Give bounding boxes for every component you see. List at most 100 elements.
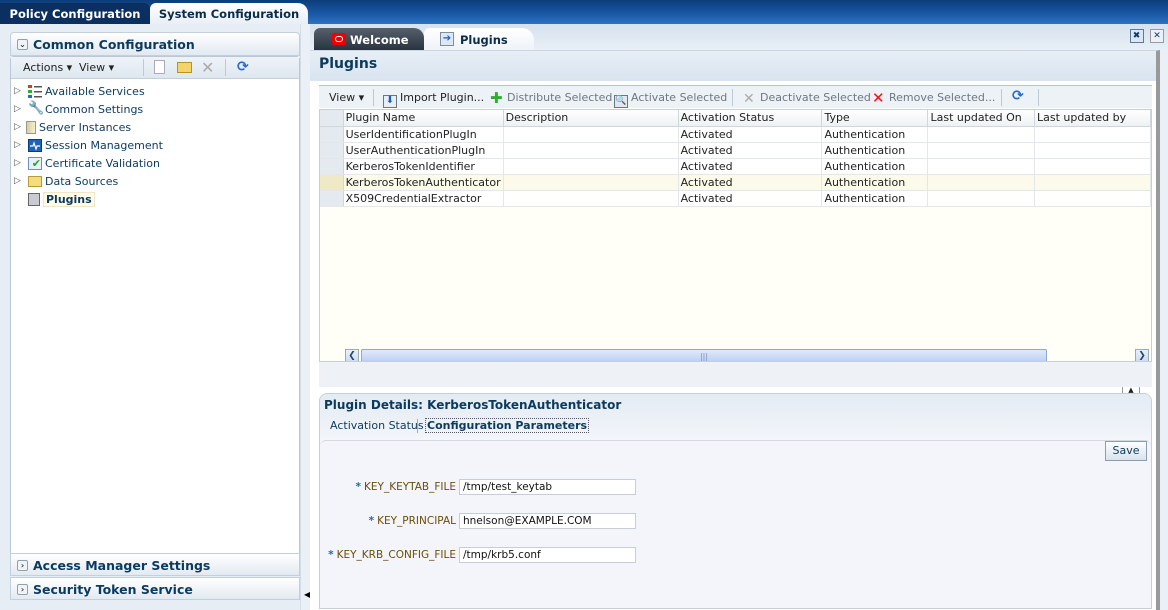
- toolbar-separator: [225, 59, 226, 76]
- key-keytab-file-input[interactable]: [459, 479, 636, 495]
- cell-plugin-name: KerberosTokenAuthenticator: [343, 174, 504, 191]
- column-header-type[interactable]: Type: [821, 110, 929, 127]
- tab-system-configuration[interactable]: System Configuration: [150, 3, 308, 24]
- expand-icon[interactable]: ▷: [14, 86, 21, 96]
- column-header-plugin-name[interactable]: Plugin Name: [343, 110, 504, 127]
- distribute-label: Distribute Selected: [507, 91, 613, 104]
- field-label: * KEY_KEYTAB_FILE: [356, 481, 456, 493]
- activate-label: Activate Selected: [631, 91, 728, 104]
- expand-icon[interactable]: ▷: [14, 122, 21, 132]
- tree-item-label: Available Services: [45, 85, 145, 98]
- row-header[interactable]: [320, 142, 344, 159]
- navigation-panel: ⌄ Common Configuration Actions ▾ View ▾ …: [0, 24, 308, 610]
- key-krb-config-file-input[interactable]: [459, 547, 636, 563]
- field-label-text: KEY_KRB_CONFIG_FILE: [336, 549, 456, 561]
- table-row[interactable]: UserAuthenticationPlugIn Activated Authe…: [320, 142, 1152, 159]
- expand-icon[interactable]: ▷: [14, 158, 21, 168]
- tree-item-available-services[interactable]: ▷ Available Services: [11, 83, 299, 101]
- column-header-last-updated-by[interactable]: Last updated by: [1034, 110, 1152, 127]
- save-button[interactable]: Save: [1105, 441, 1147, 461]
- remove-selected-button[interactable]: ✕ Remove Selected...: [872, 91, 995, 106]
- tree-item-server-instances[interactable]: ▷ Server Instances: [11, 119, 299, 137]
- column-header-activation-status[interactable]: Activation Status: [678, 110, 823, 127]
- subtab-configuration-parameters[interactable]: Configuration Parameters: [425, 418, 590, 433]
- view-label: View: [329, 91, 356, 104]
- actions-label: Actions: [23, 61, 64, 74]
- field-label-text: KEY_KEYTAB_FILE: [364, 481, 456, 493]
- expand-icon[interactable]: ›: [17, 584, 28, 595]
- new-icon[interactable]: [154, 60, 165, 74]
- row-header[interactable]: [320, 174, 344, 191]
- page-title: Plugins: [319, 56, 378, 72]
- expand-icon[interactable]: ▷: [14, 140, 21, 150]
- row-header[interactable]: [320, 190, 344, 207]
- tree-item-session-management[interactable]: ▷ Session Management: [11, 137, 299, 155]
- table-footer: [319, 361, 1152, 387]
- row-header[interactable]: [320, 158, 344, 175]
- table-row[interactable]: X509CredentialExtractor Activated Authen…: [320, 190, 1152, 207]
- open-folder-icon[interactable]: [177, 62, 192, 73]
- required-icon: *: [368, 515, 375, 527]
- cell-last-updated-by: [1034, 190, 1152, 207]
- tree-item-label: Server Instances: [39, 121, 132, 134]
- page-header: Plugins: [310, 51, 1156, 81]
- certificate-icon: ✔: [28, 157, 42, 170]
- table-row-selected[interactable]: KerberosTokenAuthenticator Activated Aut…: [320, 174, 1152, 191]
- cell-description: [503, 142, 679, 159]
- cell-description: [503, 174, 679, 191]
- column-header-description[interactable]: Description: [503, 110, 679, 127]
- cell-type: Authentication: [821, 190, 929, 207]
- column-header-last-updated-on[interactable]: Last updated On: [927, 110, 1035, 127]
- view-menu[interactable]: View ▾: [329, 91, 364, 104]
- plus-icon: ✚: [490, 89, 503, 107]
- panel-splitter[interactable]: [300, 24, 310, 610]
- tree-item-common-settings[interactable]: ▷ 🔧 Common Settings: [11, 101, 299, 119]
- expand-icon[interactable]: ›: [17, 560, 28, 571]
- subtab-activation-status[interactable]: Activation Status: [330, 419, 424, 432]
- tab-welcome[interactable]: Welcome: [314, 28, 424, 50]
- tree-item-plugins[interactable]: Plugins: [11, 191, 299, 209]
- cell-activation-status: Activated: [678, 174, 823, 191]
- field-key-principal: * KEY_PRINCIPAL: [320, 513, 456, 529]
- import-plugin-button[interactable]: ⬇ Import Plugin...: [383, 91, 484, 108]
- accordion-label: Access Manager Settings: [33, 558, 211, 573]
- remove-label: Remove Selected...: [889, 91, 996, 104]
- accordion-access-manager-settings[interactable]: › Access Manager Settings: [10, 553, 300, 576]
- refresh-icon[interactable]: ⟳: [237, 59, 249, 75]
- refresh-icon[interactable]: ⟳: [1012, 88, 1024, 104]
- distribute-selected-button[interactable]: ✚ Distribute Selected: [490, 91, 612, 106]
- actions-menu[interactable]: Actions ▾: [23, 61, 72, 74]
- plugin-page-icon: ➔: [440, 32, 454, 46]
- accordion-security-token-service[interactable]: › Security Token Service: [10, 577, 300, 600]
- common-configuration-header[interactable]: ⌄ Common Configuration: [10, 32, 300, 56]
- tree-item-data-sources[interactable]: ▷ Data Sources: [11, 173, 299, 191]
- activate-selected-button[interactable]: 🔍 Activate Selected: [614, 91, 727, 108]
- view-menu[interactable]: View ▾: [79, 61, 114, 74]
- delete-icon[interactable]: ✕: [201, 58, 214, 77]
- deactivate-selected-button[interactable]: ✕ Deactivate Selected: [743, 91, 871, 107]
- window-controls: ✖ ✕: [1127, 28, 1164, 43]
- close-tab-icon[interactable]: ✖: [1129, 29, 1144, 43]
- cell-last-updated-by: [1034, 158, 1152, 175]
- collapse-icon[interactable]: ⌄: [17, 39, 28, 50]
- tab-label: Plugins: [460, 33, 508, 47]
- cell-description: [503, 190, 679, 207]
- tab-plugins[interactable]: ➔ Plugins: [424, 28, 534, 50]
- server-icon: [26, 121, 36, 134]
- table-row[interactable]: KerberosTokenIdentifier Activated Authen…: [320, 158, 1152, 175]
- plugins-toolbar: View ▾ ⬇ Import Plugin... ✚ Distribute Sel…: [319, 85, 1152, 108]
- import-icon: ⬇: [383, 95, 397, 108]
- expand-icon[interactable]: ▷: [14, 104, 21, 114]
- expand-icon[interactable]: ▷: [14, 176, 21, 186]
- close-all-tabs-icon[interactable]: ✕: [1150, 29, 1164, 43]
- key-principal-input[interactable]: [459, 513, 636, 529]
- tree-item-label: Data Sources: [45, 175, 119, 188]
- cell-plugin-name: UserIdentificationPlugIn: [343, 126, 504, 143]
- table-row[interactable]: UserIdentificationPlugIn Activated Authe…: [320, 126, 1152, 143]
- details-header: Plugin Details: KerberosTokenAuthenticat…: [320, 394, 1151, 438]
- tab-policy-configuration[interactable]: Policy Configuration: [0, 3, 150, 24]
- cell-activation-status: Activated: [678, 190, 823, 207]
- navigation-tree-frame: Actions ▾ View ▾ ✕ ⟳ ▷ Available Service…: [10, 56, 300, 576]
- tree-item-certificate-validation[interactable]: ▷ ✔ Certificate Validation: [11, 155, 299, 173]
- row-header[interactable]: [320, 126, 344, 143]
